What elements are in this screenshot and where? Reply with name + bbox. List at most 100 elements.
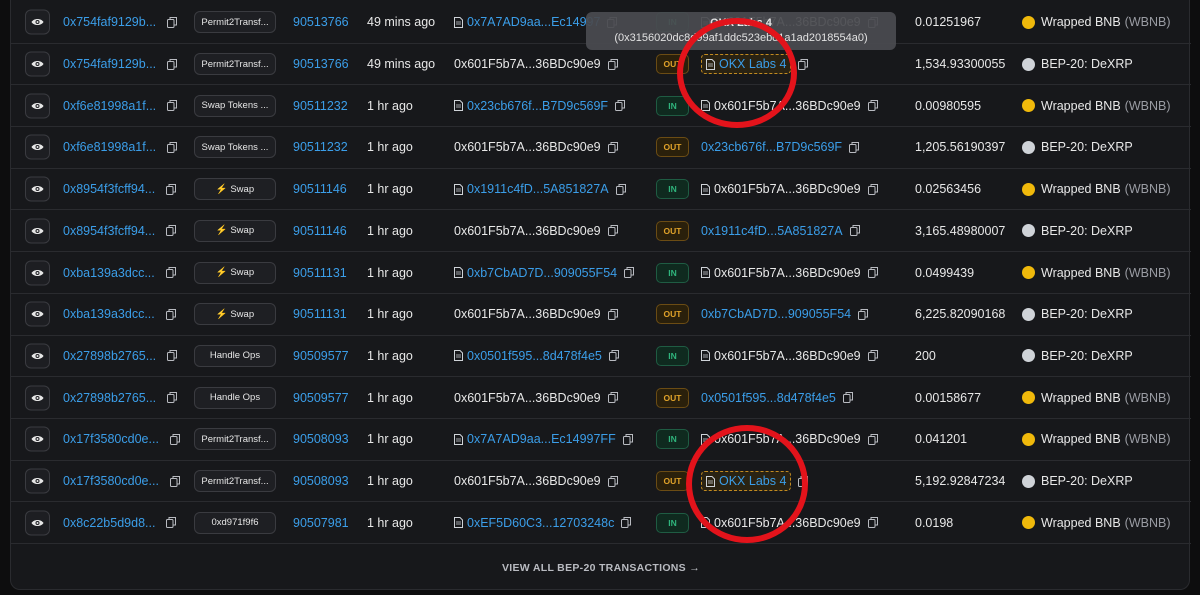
preview-eye-button[interactable] — [25, 510, 50, 536]
copy-icon[interactable] — [167, 350, 178, 362]
preview-eye-button[interactable] — [25, 93, 50, 119]
copy-icon[interactable] — [167, 16, 178, 28]
txn-hash-link[interactable]: 0x17f3580cd0e... — [63, 474, 159, 488]
block-link[interactable]: 90513766 — [293, 15, 349, 29]
copy-icon[interactable] — [849, 141, 860, 153]
copy-icon[interactable] — [169, 475, 180, 487]
from-address[interactable]: 0x601F5b7A...36BDc90e9 — [454, 474, 601, 488]
copy-icon[interactable] — [867, 183, 878, 195]
token-name-link[interactable]: Wrapped BNB — [1041, 266, 1121, 280]
txn-hash-link[interactable]: 0xba139a3dcc... — [63, 307, 155, 321]
view-all-transactions-link[interactable]: VIEW ALL BEP-20 TRANSACTIONS → — [11, 548, 1191, 588]
block-link[interactable]: 90509577 — [293, 391, 349, 405]
block-link[interactable]: 90511146 — [293, 182, 347, 196]
copy-icon[interactable] — [166, 517, 177, 529]
from-address[interactable]: 0x601F5b7A...36BDc90e9 — [454, 57, 601, 71]
preview-eye-button[interactable] — [25, 51, 50, 77]
token-name-link[interactable]: BEP-20: DeXRP — [1041, 349, 1133, 363]
copy-icon[interactable] — [867, 517, 878, 529]
token-name-link[interactable]: Wrapped BNB — [1041, 516, 1121, 530]
copy-icon[interactable] — [607, 308, 618, 320]
block-link[interactable]: 90511131 — [293, 307, 347, 321]
from-address[interactable]: 0x601F5b7A...36BDc90e9 — [454, 391, 601, 405]
to-address[interactable]: 0xb7CbAD7D...909055F54 — [701, 307, 851, 321]
copy-icon[interactable] — [607, 141, 618, 153]
txn-hash-link[interactable]: 0x754faf9129b... — [63, 15, 156, 29]
token-name-link[interactable]: BEP-20: DeXRP — [1041, 224, 1133, 238]
from-address[interactable]: 0x1911c4fD...5A851827A — [467, 182, 609, 196]
txn-hash-link[interactable]: 0x754faf9129b... — [63, 57, 156, 71]
copy-icon[interactable] — [607, 58, 618, 70]
copy-icon[interactable] — [798, 58, 809, 70]
preview-eye-button[interactable] — [25, 343, 50, 369]
token-name-link[interactable]: BEP-20: DeXRP — [1041, 57, 1133, 71]
copy-icon[interactable] — [167, 141, 178, 153]
preview-eye-button[interactable] — [25, 218, 50, 244]
to-address[interactable]: 0x1911c4fD...5A851827A — [701, 224, 843, 238]
copy-icon[interactable] — [607, 225, 618, 237]
token-name-link[interactable]: Wrapped BNB — [1041, 15, 1121, 29]
txn-hash-link[interactable]: 0x27898b2765... — [63, 349, 156, 363]
token-name-link[interactable]: Wrapped BNB — [1041, 391, 1121, 405]
from-address[interactable]: 0xb7CbAD7D...909055F54 — [467, 266, 617, 280]
copy-icon[interactable] — [615, 183, 626, 195]
to-address[interactable]: 0x601F5b7A...36BDc90e9 — [714, 349, 861, 363]
copy-icon[interactable] — [166, 225, 177, 237]
from-address[interactable]: 0x23cb676f...B7D9c569F — [467, 99, 608, 113]
token-name-link[interactable]: BEP-20: DeXRP — [1041, 474, 1133, 488]
token-name-link[interactable]: BEP-20: DeXRP — [1041, 140, 1133, 154]
block-link[interactable]: 90507981 — [293, 516, 349, 530]
to-address[interactable]: 0x601F5b7A...36BDc90e9 — [714, 266, 861, 280]
from-address[interactable]: 0x601F5b7A...36BDc90e9 — [454, 307, 601, 321]
block-link[interactable]: 90513766 — [293, 57, 349, 71]
preview-eye-button[interactable] — [25, 176, 50, 202]
copy-icon[interactable] — [622, 433, 633, 445]
copy-icon[interactable] — [842, 392, 853, 404]
copy-icon[interactable] — [607, 392, 618, 404]
block-link[interactable]: 90511232 — [293, 140, 348, 154]
to-address[interactable]: 0x601F5b7A...36BDc90e9 — [714, 182, 861, 196]
copy-icon[interactable] — [858, 308, 869, 320]
copy-icon[interactable] — [165, 308, 176, 320]
copy-icon[interactable] — [167, 58, 178, 70]
block-link[interactable]: 90511146 — [293, 224, 347, 238]
copy-icon[interactable] — [615, 100, 626, 112]
copy-icon[interactable] — [849, 225, 860, 237]
from-address[interactable]: 0x601F5b7A...36BDc90e9 — [454, 224, 601, 238]
copy-icon[interactable] — [608, 350, 619, 362]
txn-hash-link[interactable]: 0x27898b2765... — [63, 391, 156, 405]
txn-hash-link[interactable]: 0x8954f3fcff94... — [63, 224, 155, 238]
block-link[interactable]: 90511232 — [293, 99, 348, 113]
copy-icon[interactable] — [607, 475, 618, 487]
txn-hash-link[interactable]: 0xf6e81998a1f... — [63, 140, 156, 154]
from-address[interactable]: 0xEF5D60C3...12703248c — [467, 516, 614, 530]
from-address[interactable]: 0x7A7AD9aa...Ec14997 — [467, 15, 600, 29]
txn-hash-link[interactable]: 0x17f3580cd0e... — [63, 432, 159, 446]
block-link[interactable]: 90508093 — [293, 474, 349, 488]
token-name-link[interactable]: BEP-20: DeXRP — [1041, 307, 1133, 321]
preview-eye-button[interactable] — [25, 426, 50, 452]
token-name-link[interactable]: Wrapped BNB — [1041, 182, 1121, 196]
token-name-link[interactable]: Wrapped BNB — [1041, 432, 1121, 446]
copy-icon[interactable] — [867, 267, 878, 279]
copy-icon[interactable] — [867, 433, 878, 445]
copy-icon[interactable] — [624, 267, 635, 279]
from-address[interactable]: 0x601F5b7A...36BDc90e9 — [454, 140, 601, 154]
block-link[interactable]: 90511131 — [293, 266, 347, 280]
txn-hash-link[interactable]: 0xf6e81998a1f... — [63, 99, 156, 113]
copy-icon[interactable] — [621, 517, 632, 529]
copy-icon[interactable] — [166, 183, 177, 195]
from-address[interactable]: 0x7A7AD9aa...Ec14997FF — [467, 432, 616, 446]
txn-hash-link[interactable]: 0x8c22b5d9d8... — [63, 516, 155, 530]
copy-icon[interactable] — [165, 267, 176, 279]
copy-icon[interactable] — [167, 100, 178, 112]
txn-hash-link[interactable]: 0x8954f3fcff94... — [63, 182, 155, 196]
block-link[interactable]: 90509577 — [293, 349, 349, 363]
preview-eye-button[interactable] — [25, 385, 50, 411]
copy-icon[interactable] — [169, 433, 180, 445]
txn-hash-link[interactable]: 0xba139a3dcc... — [63, 266, 155, 280]
to-address[interactable]: 0x23cb676f...B7D9c569F — [701, 140, 842, 154]
copy-icon[interactable] — [167, 392, 178, 404]
to-address[interactable]: 0x0501f595...8d478f4e5 — [701, 391, 836, 405]
copy-icon[interactable] — [867, 100, 878, 112]
